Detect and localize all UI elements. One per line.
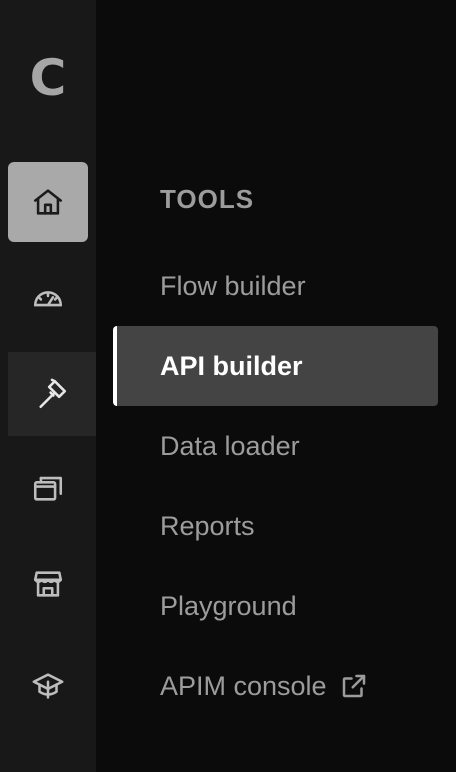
speedometer-icon — [33, 291, 63, 307]
external-link-icon — [339, 671, 369, 701]
menu-item-label: APIM console — [160, 670, 327, 701]
menu-item-api-builder[interactable]: API builder — [113, 326, 438, 406]
menu-item-label: API builder — [160, 350, 303, 381]
windows-icon — [33, 476, 63, 501]
rail-tools-button[interactable] — [8, 352, 96, 436]
menu-item-data-loader[interactable]: Data loader — [113, 406, 438, 486]
menu-item-apim-console[interactable]: APIM console — [113, 646, 438, 726]
app-logo[interactable]: C — [0, 48, 96, 108]
rail-learning-button[interactable] — [0, 646, 96, 726]
rail-home-button[interactable] — [8, 162, 88, 242]
graduation-cap-icon — [32, 673, 64, 699]
rail-workspaces-button[interactable] — [0, 448, 96, 528]
home-icon — [33, 189, 63, 215]
menu-item-flow-builder[interactable]: Flow builder — [113, 246, 438, 326]
menu-item-label: Data loader — [160, 430, 300, 461]
store-icon — [33, 571, 63, 597]
menu-item-label: Flow builder — [160, 270, 306, 301]
rail-dashboard-button[interactable] — [0, 258, 96, 338]
menu-item-playground[interactable]: Playground — [113, 566, 438, 646]
rail-marketplace-button[interactable] — [0, 544, 96, 624]
menu-item-reports[interactable]: Reports — [113, 486, 438, 566]
menu-item-label: Playground — [160, 590, 297, 621]
icon-rail: C — [0, 0, 96, 772]
hammer-icon — [39, 378, 67, 409]
app-shell: C TOOLS Flow builder API builder Data lo… — [0, 0, 456, 772]
tools-menu: TOOLS Flow builder API builder Data load… — [96, 0, 456, 772]
menu-section-title: TOOLS — [160, 184, 255, 214]
menu-item-label: Reports — [160, 510, 255, 541]
